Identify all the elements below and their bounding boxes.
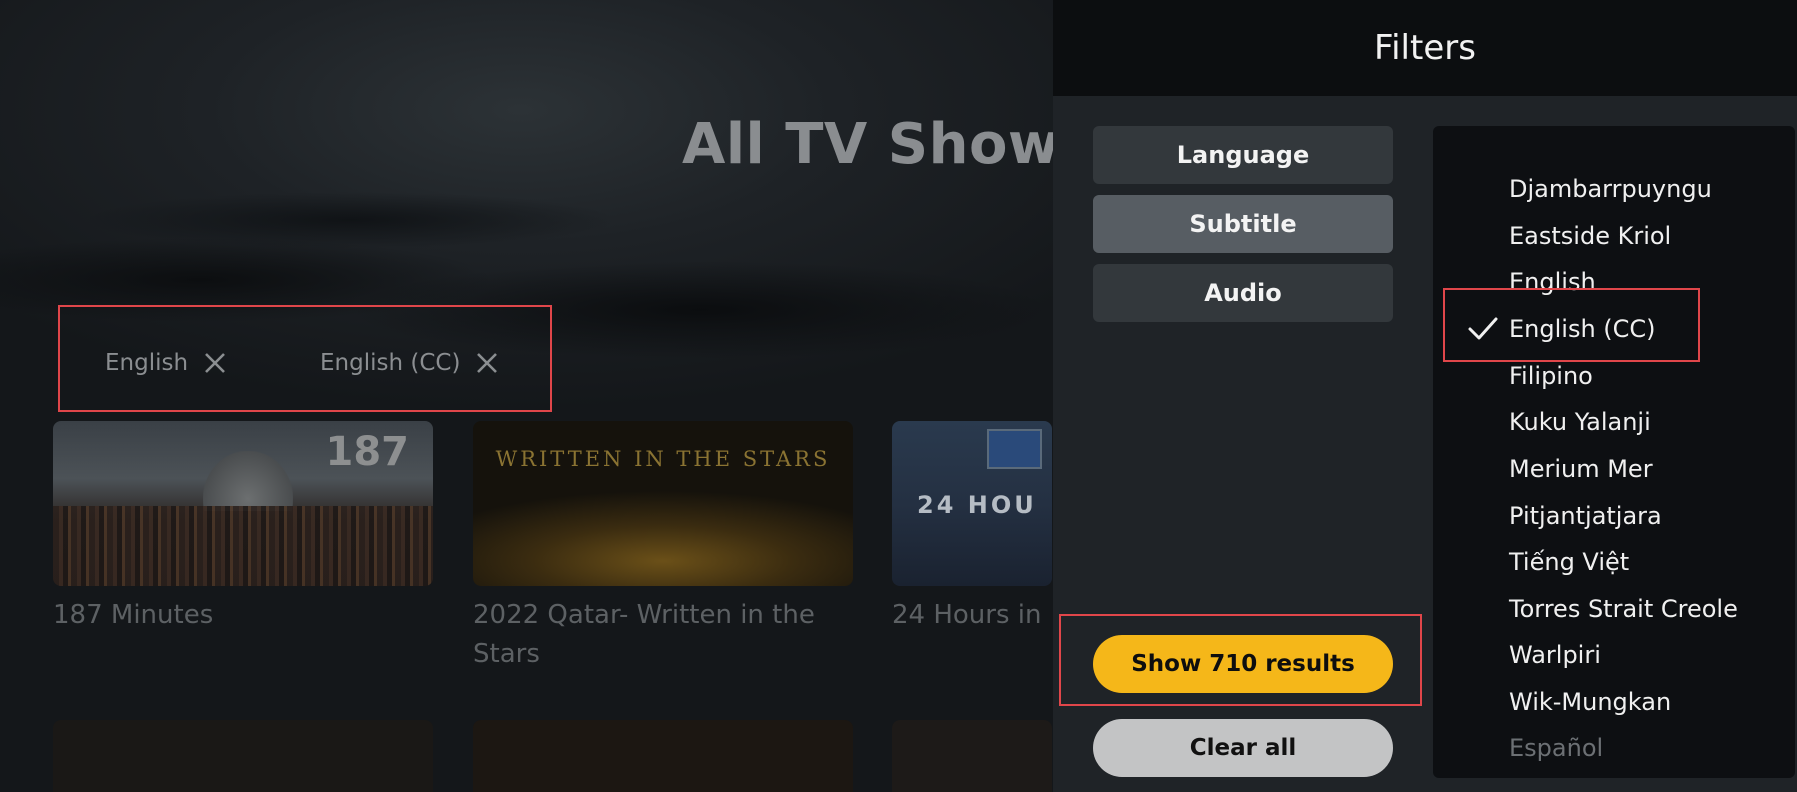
check-slot: [1433, 213, 1509, 259]
language-name: Wik-Mungkan: [1509, 688, 1672, 717]
list-item[interactable]: Eastside Kriol: [1433, 213, 1795, 260]
language-list[interactable]: Djambarrpuyngu Eastside Kriol English En…: [1433, 126, 1795, 778]
check-slot: [1433, 679, 1509, 725]
list-item[interactable]: Filipino: [1433, 353, 1795, 400]
language-name: English: [1509, 268, 1596, 297]
language-name: Filipino: [1509, 362, 1593, 391]
list-item[interactable]: Kuku Yalanji: [1433, 399, 1795, 446]
show-card[interactable]: [892, 720, 1052, 792]
check-slot: [1433, 632, 1509, 678]
show-card-24-hours[interactable]: 24 HOU: [892, 421, 1052, 586]
active-filter-label: English (CC): [320, 350, 461, 376]
show-card-qatar[interactable]: WRITTEN IN THE STARS: [473, 421, 853, 586]
crowd-image: [53, 506, 433, 586]
card-title[interactable]: 187 Minutes: [53, 596, 213, 635]
show-card[interactable]: [53, 720, 433, 792]
active-filter-chip-english-cc[interactable]: English (CC): [320, 350, 500, 376]
list-item[interactable]: Español: [1433, 725, 1795, 772]
check-slot: [1433, 539, 1509, 585]
filters-panel: Filters Language Subtitle Audio Show 710…: [1053, 0, 1797, 792]
check-slot: [1433, 259, 1509, 305]
card-title[interactable]: 24 Hours in: [892, 596, 1042, 635]
language-name: Eastside Kriol: [1509, 222, 1672, 251]
filters-title: Filters: [1374, 28, 1476, 68]
tab-language[interactable]: Language: [1093, 126, 1393, 184]
thumbnail-title: 187: [325, 429, 410, 475]
active-filter-label: English: [105, 350, 189, 376]
page-title: All TV Shows: [682, 112, 1094, 177]
thumbnail-title: WRITTEN IN THE STARS: [495, 447, 831, 471]
check-slot: [1433, 166, 1509, 212]
check-slot: [1433, 353, 1509, 399]
clear-all-button[interactable]: Clear all: [1093, 719, 1393, 777]
check-slot: [1433, 493, 1509, 539]
capitol-dome-image: [203, 451, 293, 511]
check-slot: [1433, 446, 1509, 492]
tab-label: Subtitle: [1189, 210, 1297, 238]
list-item[interactable]: Wik-Mungkan: [1433, 679, 1795, 726]
list-item[interactable]: English: [1433, 259, 1795, 306]
list-item[interactable]: Djambarrpuyngu: [1433, 166, 1795, 213]
language-name: Tiếng Việt: [1509, 548, 1630, 577]
language-name: Warlpiri: [1509, 641, 1601, 670]
show-results-button[interactable]: Show 710 results: [1093, 635, 1393, 693]
tab-audio[interactable]: Audio: [1093, 264, 1393, 322]
language-name: Torres Strait Creole: [1509, 595, 1738, 624]
tab-label: Language: [1176, 141, 1310, 169]
show-card-187-minutes[interactable]: 187: [53, 421, 433, 586]
store-sign-image: [987, 429, 1042, 469]
checkmark-icon: [1433, 306, 1509, 352]
show-card[interactable]: [473, 720, 853, 792]
language-name: Kuku Yalanji: [1509, 408, 1651, 437]
language-name: Pitjantjatjara: [1509, 502, 1662, 531]
card-title[interactable]: 2022 Qatar- Written in the Stars: [473, 596, 863, 674]
close-icon[interactable]: [474, 350, 500, 376]
button-label: Show 710 results: [1131, 651, 1355, 677]
check-slot: [1433, 399, 1509, 445]
thumbnail-title: 24 HOU: [917, 491, 1037, 519]
list-item[interactable]: Warlpiri: [1433, 632, 1795, 679]
check-slot: [1433, 586, 1509, 632]
list-item[interactable]: Torres Strait Creole: [1433, 586, 1795, 633]
tab-label: Audio: [1204, 279, 1282, 307]
language-name: English (CC): [1509, 315, 1656, 344]
close-icon[interactable]: [202, 350, 228, 376]
list-item[interactable]: Merium Mer: [1433, 446, 1795, 493]
active-filter-chip-english[interactable]: English: [105, 350, 228, 376]
list-item[interactable]: Pitjantjatjara: [1433, 493, 1795, 540]
filters-header: Filters: [1053, 0, 1797, 96]
language-name: Djambarrpuyngu: [1509, 175, 1712, 204]
button-label: Clear all: [1189, 735, 1297, 761]
language-name: Merium Mer: [1509, 455, 1653, 484]
list-item-selected[interactable]: English (CC): [1433, 306, 1795, 353]
language-name: Español: [1509, 734, 1604, 763]
list-item[interactable]: Tiếng Việt: [1433, 539, 1795, 586]
tab-subtitle[interactable]: Subtitle: [1093, 195, 1393, 253]
check-slot: [1433, 725, 1509, 771]
